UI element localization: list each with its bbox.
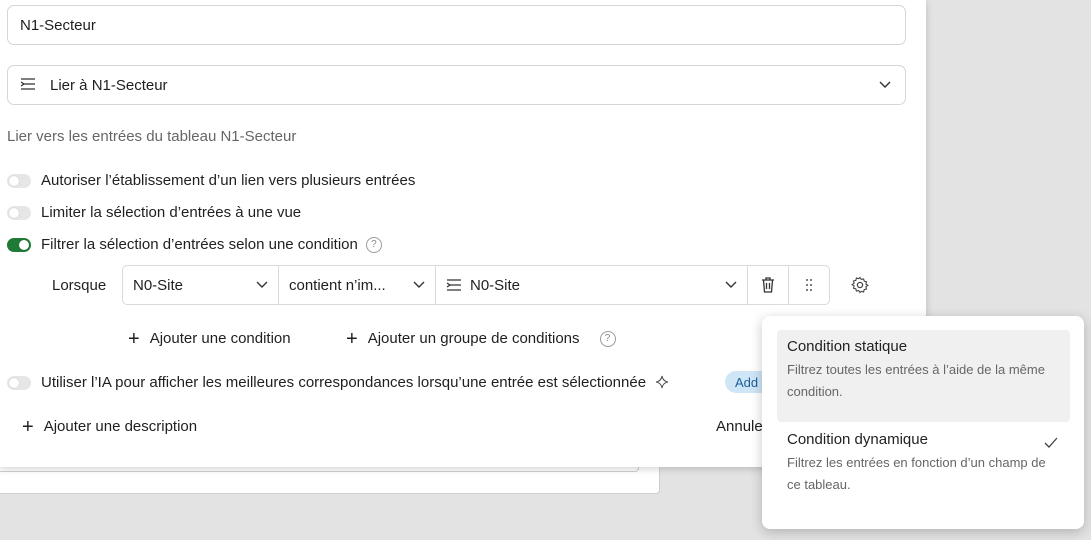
cancel-label: Annule: [716, 418, 763, 435]
chevron-down-icon: [413, 279, 425, 291]
menu-item-desc-line: Filtrez toutes les entrées à l’aide de l…: [787, 362, 1045, 377]
add-description-label: Ajouter une description: [43, 418, 198, 435]
toggle-row-multiple: Autoriser l’établissement d’un lien vers…: [7, 172, 415, 189]
plus-icon: +: [346, 327, 358, 350]
link-icon: [20, 78, 38, 92]
menu-item-title: Condition statique: [787, 338, 908, 355]
link-icon: [446, 279, 464, 291]
gear-icon[interactable]: [851, 276, 869, 294]
add-condition-label: Ajouter une condition: [149, 330, 291, 347]
plus-icon: +: [128, 327, 140, 350]
toggle-row-filter: Filtrer la sélection d’entrées selon une…: [7, 236, 382, 253]
menu-item-desc-line: condition.: [787, 384, 843, 399]
cancel-button[interactable]: Annule: [716, 418, 763, 435]
add-condition-group-button[interactable]: + Ajouter un groupe de conditions ?: [346, 327, 616, 350]
chevron-down-icon: [879, 79, 891, 91]
toggle-row-limit-view: Limiter la sélection d’entrées à une vue: [7, 204, 301, 221]
condition-row: Lorsque N0-Site contient n’im... N0-Site: [52, 265, 869, 305]
field-type-label: Lier à N1-Secteur: [50, 76, 168, 94]
toggle-label: Autoriser l’établissement d’un lien vers…: [41, 172, 416, 189]
condition-value-text: N0-Site: [470, 276, 521, 294]
field-hint: Lier vers les entrées du tableau N1-Sect…: [7, 128, 297, 145]
menu-item-static-condition[interactable]: Condition statique Filtrez toutes les en…: [777, 330, 1070, 422]
condition-operator-select[interactable]: contient n’im...: [279, 265, 436, 305]
ai-badge-label: Add: [735, 374, 759, 390]
menu-item-title: Condition dynamique: [787, 431, 928, 448]
toggle-row-ai: Utiliser l’IA pour afficher les meilleur…: [7, 374, 670, 391]
chevron-down-icon: [725, 279, 737, 291]
condition-operator-value: contient n’im...: [289, 276, 386, 294]
field-name-value: N1-Secteur: [20, 16, 96, 34]
condition-field-value: N0-Site: [133, 276, 184, 294]
menu-item-desc-line: Filtrez les entrées en fonction d’un cha…: [787, 455, 1046, 470]
help-icon[interactable]: ?: [365, 236, 382, 253]
menu-item-desc: Filtrez les entrées en fonction d’un cha…: [787, 452, 1060, 496]
plus-icon: +: [22, 415, 34, 438]
check-icon: [1044, 435, 1058, 453]
condition-value-select[interactable]: N0-Site: [436, 265, 748, 305]
field-name-input[interactable]: N1-Secteur: [7, 5, 906, 45]
add-description-button[interactable]: + Ajouter une description: [22, 415, 198, 438]
drag-handle[interactable]: [789, 265, 830, 305]
condition-field-select[interactable]: N0-Site: [122, 265, 279, 305]
toggle-label: Filtrer la sélection d’entrées selon une…: [41, 236, 358, 253]
menu-item-desc-line: ce tableau.: [787, 477, 851, 492]
help-icon[interactable]: ?: [599, 330, 616, 347]
condition-when-label: Lorsque: [52, 276, 107, 294]
sparkle-icon: [654, 375, 670, 391]
add-group-label: Ajouter un groupe de conditions: [367, 330, 580, 347]
menu-item-desc: Filtrez toutes les entrées à l’aide de l…: [787, 359, 1060, 403]
toggle-switch[interactable]: [7, 237, 31, 252]
menu-item-dynamic-condition[interactable]: Condition dynamique Filtrez les entrées …: [777, 423, 1070, 515]
toggle-switch[interactable]: [7, 205, 31, 220]
toggle-label: Limiter la sélection d’entrées à une vue: [41, 204, 302, 221]
toggle-switch[interactable]: [7, 375, 31, 390]
grip-icon: [806, 279, 812, 291]
condition-type-menu: Condition statique Filtrez toutes les en…: [762, 316, 1084, 529]
add-condition-button[interactable]: + Ajouter une condition: [128, 327, 291, 350]
field-type-select[interactable]: Lier à N1-Secteur: [7, 65, 906, 105]
toggle-label: Utiliser l’IA pour afficher les meilleur…: [41, 374, 647, 391]
chevron-down-icon: [256, 279, 268, 291]
trash-icon: [762, 277, 774, 293]
delete-condition-button[interactable]: [748, 265, 789, 305]
toggle-switch[interactable]: [7, 173, 31, 188]
